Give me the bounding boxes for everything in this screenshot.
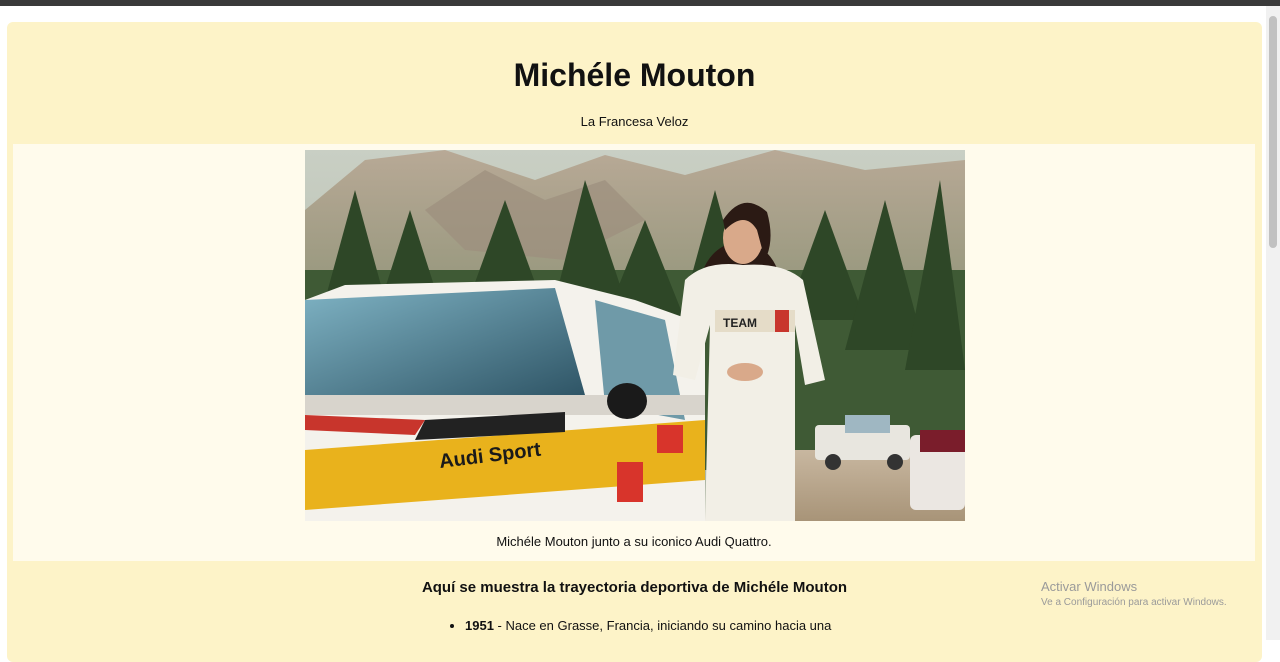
activation-subtitle: Ve a Configuración para activar Windows. [1041,597,1227,608]
photo-figure: Audi Sport TEAM Michéle Mouton junto a s… [13,144,1255,561]
scrollbar-thumb[interactable] [1269,16,1277,248]
timeline-item: 1951 - Nace en Grasse, Francia, iniciand… [465,616,855,636]
photo-caption: Michéle Mouton junto a su iconico Audi Q… [496,534,772,549]
page-scrollbar[interactable] [1266,6,1280,640]
michele-mouton-photo: Audi Sport TEAM [305,150,965,521]
activation-title: Activar Windows [1041,579,1138,594]
windows-activation-watermark: Activar Windows Ve a Configuración para … [1041,579,1227,608]
main-container: Michéle Mouton La Francesa Veloz Audi Sp… [7,22,1262,662]
page-title: Michéle Mouton [513,57,756,93]
timeline-list: 1951 - Nace en Grasse, Francia, iniciand… [447,616,855,636]
timeline-text: - Nace en Grasse, Francia, iniciando su … [493,618,832,633]
page-tagline: La Francesa Veloz [580,114,689,129]
browser-top-bar [0,0,1280,6]
suit-text: TEAM [723,316,757,330]
timeline-year: 1951 [465,618,494,633]
